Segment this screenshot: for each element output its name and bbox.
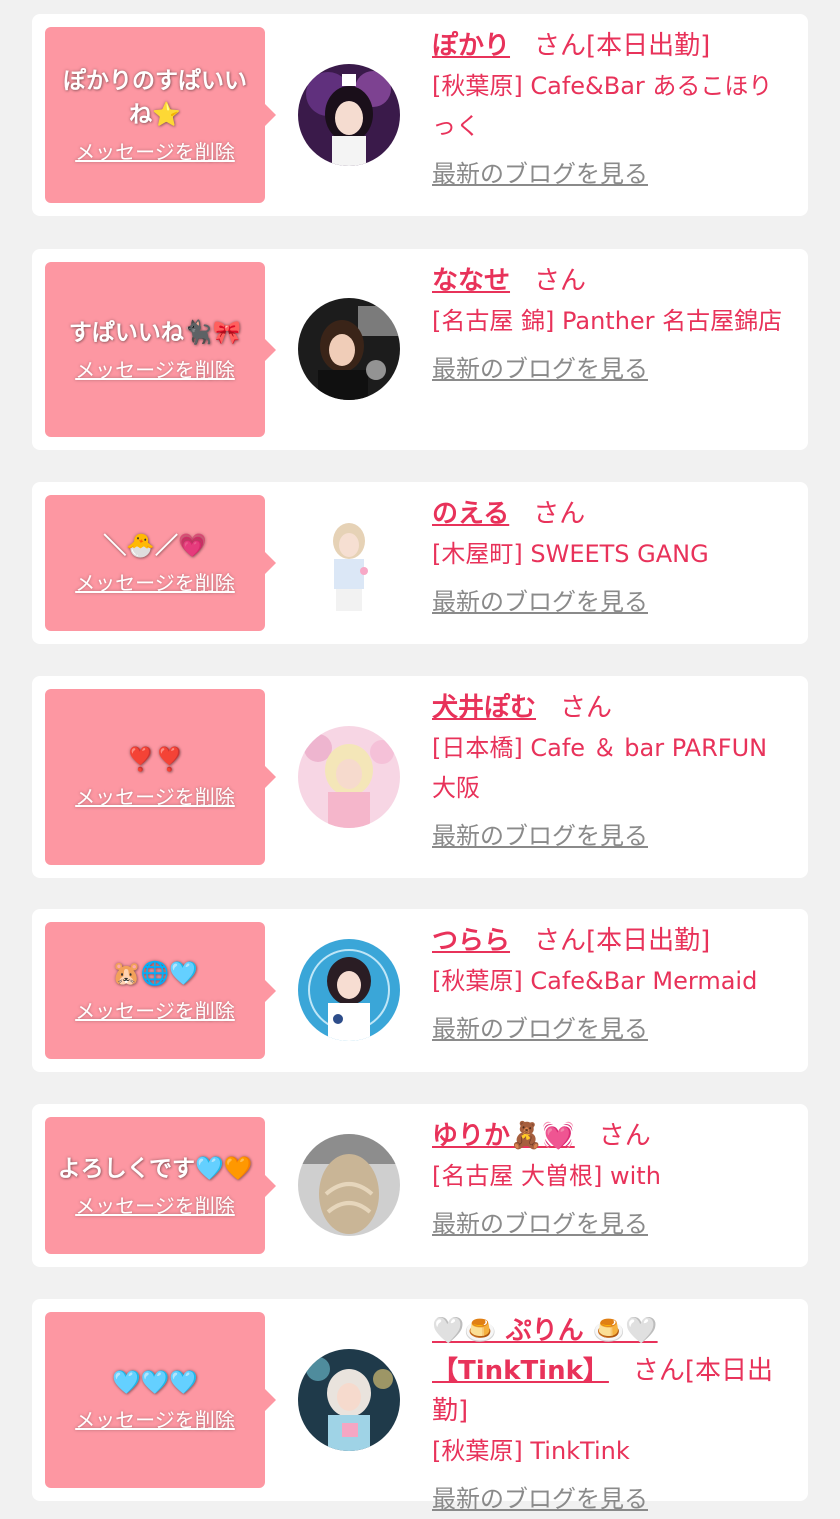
favorite-card: すぱいいね🐈‍⬛🎀 メッセージを削除 ななせ さん [名古屋 錦] Panther… — [32, 249, 808, 450]
delete-message-link[interactable]: メッセージを削除 — [75, 1406, 235, 1434]
shop-label: [秋葉原] TinkTink — [432, 1437, 630, 1465]
latest-blog-link[interactable]: 最新のブログを見る — [432, 816, 648, 856]
cast-info: つらら さん[本日出勤] [秋葉原] Cafe&Bar Mermaid 最新のブロ… — [432, 921, 790, 1049]
favorite-card: 🩵🩵🩵 メッセージを削除 🤍🍮 ぷりん 🍮🤍 【TinkTink】 さん[本日出勤… — [32, 1299, 808, 1513]
shop-label: [名古屋 大曽根] with — [432, 1162, 661, 1190]
avatar[interactable] — [298, 1349, 400, 1451]
avatar-photo — [298, 298, 400, 400]
message-bubble: すぱいいね🐈‍⬛🎀 メッセージを削除 — [45, 262, 276, 437]
message-text: ＼🐣／💗 — [103, 533, 207, 559]
cast-name-link[interactable]: 犬井ぽむ — [432, 693, 536, 723]
delete-message-link[interactable]: メッセージを削除 — [75, 356, 235, 384]
message-bubble: ぽかりのすぱいいね⭐ メッセージを削除 — [45, 27, 276, 203]
delete-message-link[interactable]: メッセージを削除 — [75, 569, 235, 597]
message-text: 🐹🌐🩵 — [112, 960, 198, 987]
cast-suffix: さん — [533, 499, 586, 529]
cast-name-link[interactable]: ななせ — [432, 266, 510, 296]
cast-info: ななせ さん [名古屋 錦] Panther 名古屋錦店 最新のブログを見る — [432, 261, 790, 389]
avatar[interactable] — [298, 1134, 400, 1236]
cast-name-link[interactable]: ぽかり — [432, 31, 510, 61]
avatar[interactable] — [298, 939, 400, 1041]
cast-info: 🤍🍮 ぷりん 🍮🤍 【TinkTink】 さん[本日出勤] [秋葉原] TinkT… — [432, 1311, 790, 1519]
shop-label: [名古屋 錦] Panther 名古屋錦店 — [432, 307, 783, 335]
cast-name-link[interactable]: つらら — [432, 926, 510, 956]
avatar[interactable] — [298, 298, 400, 400]
latest-blog-link[interactable]: 最新のブログを見る — [432, 154, 648, 194]
favorites-list: ぽかりのすぱいいね⭐ メッセージを削除 ぽかり さん[本日出勤] [秋葉原] Ca… — [0, 0, 840, 1513]
cast-suffix: さん — [560, 693, 613, 723]
avatar[interactable] — [298, 511, 400, 613]
message-bubble: ＼🐣／💗 メッセージを削除 — [45, 495, 276, 631]
message-text: よろしくです🩵🧡 — [57, 1155, 253, 1182]
message-text: ❣️❣️ — [126, 747, 184, 773]
favorite-card: ❣️❣️ メッセージを削除 犬井ぽむ さん [日本橋] Cafe ＆ bar PA… — [32, 676, 808, 878]
message-text: 🩵🩵🩵 — [112, 1370, 198, 1396]
latest-blog-link[interactable]: 最新のブログを見る — [432, 1204, 648, 1244]
latest-blog-link[interactable]: 最新のブログを見る — [432, 582, 648, 622]
cast-suffix: さん — [598, 1121, 651, 1151]
avatar-photo — [298, 64, 400, 166]
avatar-photo — [298, 939, 400, 1041]
avatar-photo — [298, 1349, 400, 1451]
delete-message-link[interactable]: メッセージを削除 — [75, 1192, 235, 1220]
delete-message-link[interactable]: メッセージを削除 — [75, 138, 235, 166]
cast-name-link[interactable]: のえる — [432, 499, 509, 529]
avatar-photo — [298, 1134, 400, 1236]
message-text: ぽかりのすぱいいね⭐ — [63, 68, 247, 128]
avatar-photo — [298, 511, 400, 613]
cast-info: ゆりか🧸💓 さん [名古屋 大曽根] with 最新のブログを見る — [432, 1116, 790, 1244]
message-text: すぱいいね🐈‍⬛🎀 — [68, 319, 242, 346]
delete-message-link[interactable]: メッセージを削除 — [75, 997, 235, 1025]
delete-message-link[interactable]: メッセージを削除 — [75, 783, 235, 811]
cast-suffix: さん[本日出勤] — [534, 926, 711, 956]
favorite-card: ぽかりのすぱいいね⭐ メッセージを削除 ぽかり さん[本日出勤] [秋葉原] Ca… — [32, 14, 808, 216]
cast-info: のえる さん [木屋町] SWEETS GANG 最新のブログを見る — [432, 494, 790, 622]
latest-blog-link[interactable]: 最新のブログを見る — [432, 1009, 648, 1049]
shop-label: [日本橋] Cafe ＆ bar PARFUN 大阪 — [432, 734, 768, 802]
favorite-card: 🐹🌐🩵 メッセージを削除 つらら さん[本日出勤] [秋葉原] Cafe&Bar … — [32, 909, 808, 1072]
avatar[interactable] — [298, 726, 400, 828]
message-bubble: ❣️❣️ メッセージを削除 — [45, 689, 276, 865]
cast-name-link[interactable]: ゆりか🧸💓 — [432, 1121, 575, 1151]
cast-info: ぽかり さん[本日出勤] [秋葉原] Cafe&Bar あるこほりっく 最新のブロ… — [432, 26, 790, 194]
shop-label: [秋葉原] Cafe&Bar あるこほりっく — [432, 72, 773, 140]
cast-info: 犬井ぽむ さん [日本橋] Cafe ＆ bar PARFUN 大阪 最新のブログ… — [432, 688, 790, 856]
favorite-card: ＼🐣／💗 メッセージを削除 のえる さん [木屋町] SWEETS GANG 最新… — [32, 482, 808, 644]
latest-blog-link[interactable]: 最新のブログを見る — [432, 1479, 648, 1519]
cast-name-link[interactable]: 🤍🍮 ぷりん 🍮🤍 【TinkTink】 — [432, 1316, 658, 1386]
message-bubble: 🩵🩵🩵 メッセージを削除 — [45, 1312, 276, 1488]
favorite-card: よろしくです🩵🧡 メッセージを削除 ゆりか🧸💓 さん [名古屋 大曽根] with… — [32, 1104, 808, 1267]
cast-suffix: さん[本日出勤] — [534, 31, 711, 61]
cast-suffix: さん — [534, 266, 587, 296]
message-bubble: よろしくです🩵🧡 メッセージを削除 — [45, 1117, 276, 1254]
shop-label: [木屋町] SWEETS GANG — [432, 540, 709, 568]
message-bubble: 🐹🌐🩵 メッセージを削除 — [45, 922, 276, 1059]
avatar[interactable] — [298, 64, 400, 166]
avatar-photo — [298, 726, 400, 828]
latest-blog-link[interactable]: 最新のブログを見る — [432, 349, 648, 389]
shop-label: [秋葉原] Cafe&Bar Mermaid — [432, 967, 758, 995]
